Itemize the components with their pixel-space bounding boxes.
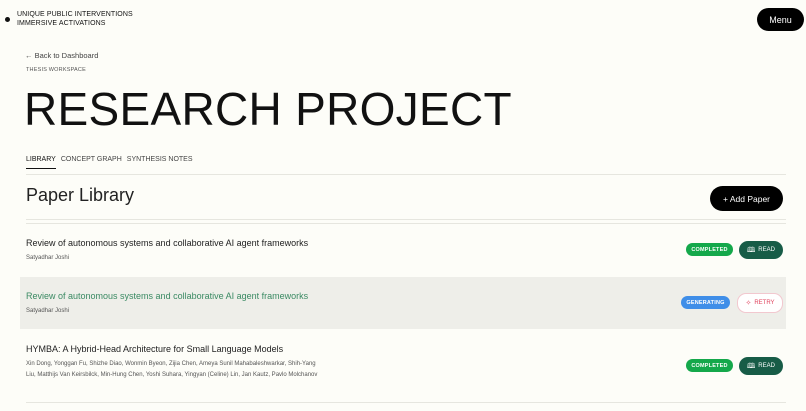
brand-line-2: IMMERSIVE ACTIVATIONS: [17, 19, 106, 27]
paper-authors: Xin Dong, Yonggan Fu, Shizhe Diao, Wonmi…: [26, 361, 318, 378]
paper-row: Review of autonomous systems and collabo…: [20, 224, 786, 276]
paper-row: Review of autonomous systems and collabo…: [20, 277, 786, 329]
paper-title[interactable]: HYMBA: A Hybrid-Head Architecture for Sm…: [26, 344, 283, 354]
brand[interactable]: UNIQUE PUBLIC INTERVENTIONS IMMERSIVE AC…: [5, 11, 133, 28]
paper-title[interactable]: Review of autonomous systems and collabo…: [26, 238, 308, 248]
divider: [26, 219, 786, 220]
retry-label: RETRY: [754, 300, 775, 306]
back-to-dashboard-link[interactable]: ← Back to Dashboard: [25, 51, 98, 60]
brand-line-1: UNIQUE PUBLIC INTERVENTIONS: [17, 11, 133, 18]
paper-authors: Satyadhar Joshi: [26, 308, 70, 314]
tab-bar: LIBRARY CONCEPT GRAPH SYNTHESIS NOTES: [26, 156, 193, 169]
status-badge: GENERATING: [681, 296, 730, 309]
tab-library[interactable]: LIBRARY: [26, 156, 56, 169]
book-icon: 🕮: [747, 246, 756, 254]
retry-icon: ✧: [745, 299, 752, 307]
page-title: RESEARCH PROJECT: [24, 83, 512, 135]
read-label: READ: [758, 363, 775, 369]
add-paper-button[interactable]: + Add Paper: [710, 186, 783, 211]
divider: [26, 402, 786, 403]
tab-concept-graph[interactable]: CONCEPT GRAPH: [61, 156, 122, 169]
divider: [26, 174, 786, 175]
brand-dot-icon: [5, 17, 10, 22]
read-button[interactable]: 🕮 READ: [739, 241, 783, 259]
paper-authors: Satyadhar Joshi: [26, 255, 70, 261]
retry-button[interactable]: ✧ RETRY: [737, 293, 783, 313]
status-badge: COMPLETED: [686, 243, 733, 256]
paper-row: HYMBA: A Hybrid-Head Architecture for Sm…: [20, 330, 786, 402]
section-title: Paper Library: [26, 185, 135, 205]
workspace-label: THESIS WORKSPACE: [26, 67, 86, 73]
menu-button[interactable]: Menu: [757, 8, 804, 31]
paper-title[interactable]: Review of autonomous systems and collabo…: [26, 291, 308, 301]
book-icon: 🕮: [747, 362, 756, 370]
brand-text: UNIQUE PUBLIC INTERVENTIONS IMMERSIVE AC…: [17, 11, 133, 28]
status-badge: COMPLETED: [686, 359, 733, 372]
tab-synthesis-notes[interactable]: SYNTHESIS NOTES: [127, 156, 193, 169]
read-label: READ: [758, 247, 775, 253]
read-button[interactable]: 🕮 READ: [739, 357, 783, 375]
